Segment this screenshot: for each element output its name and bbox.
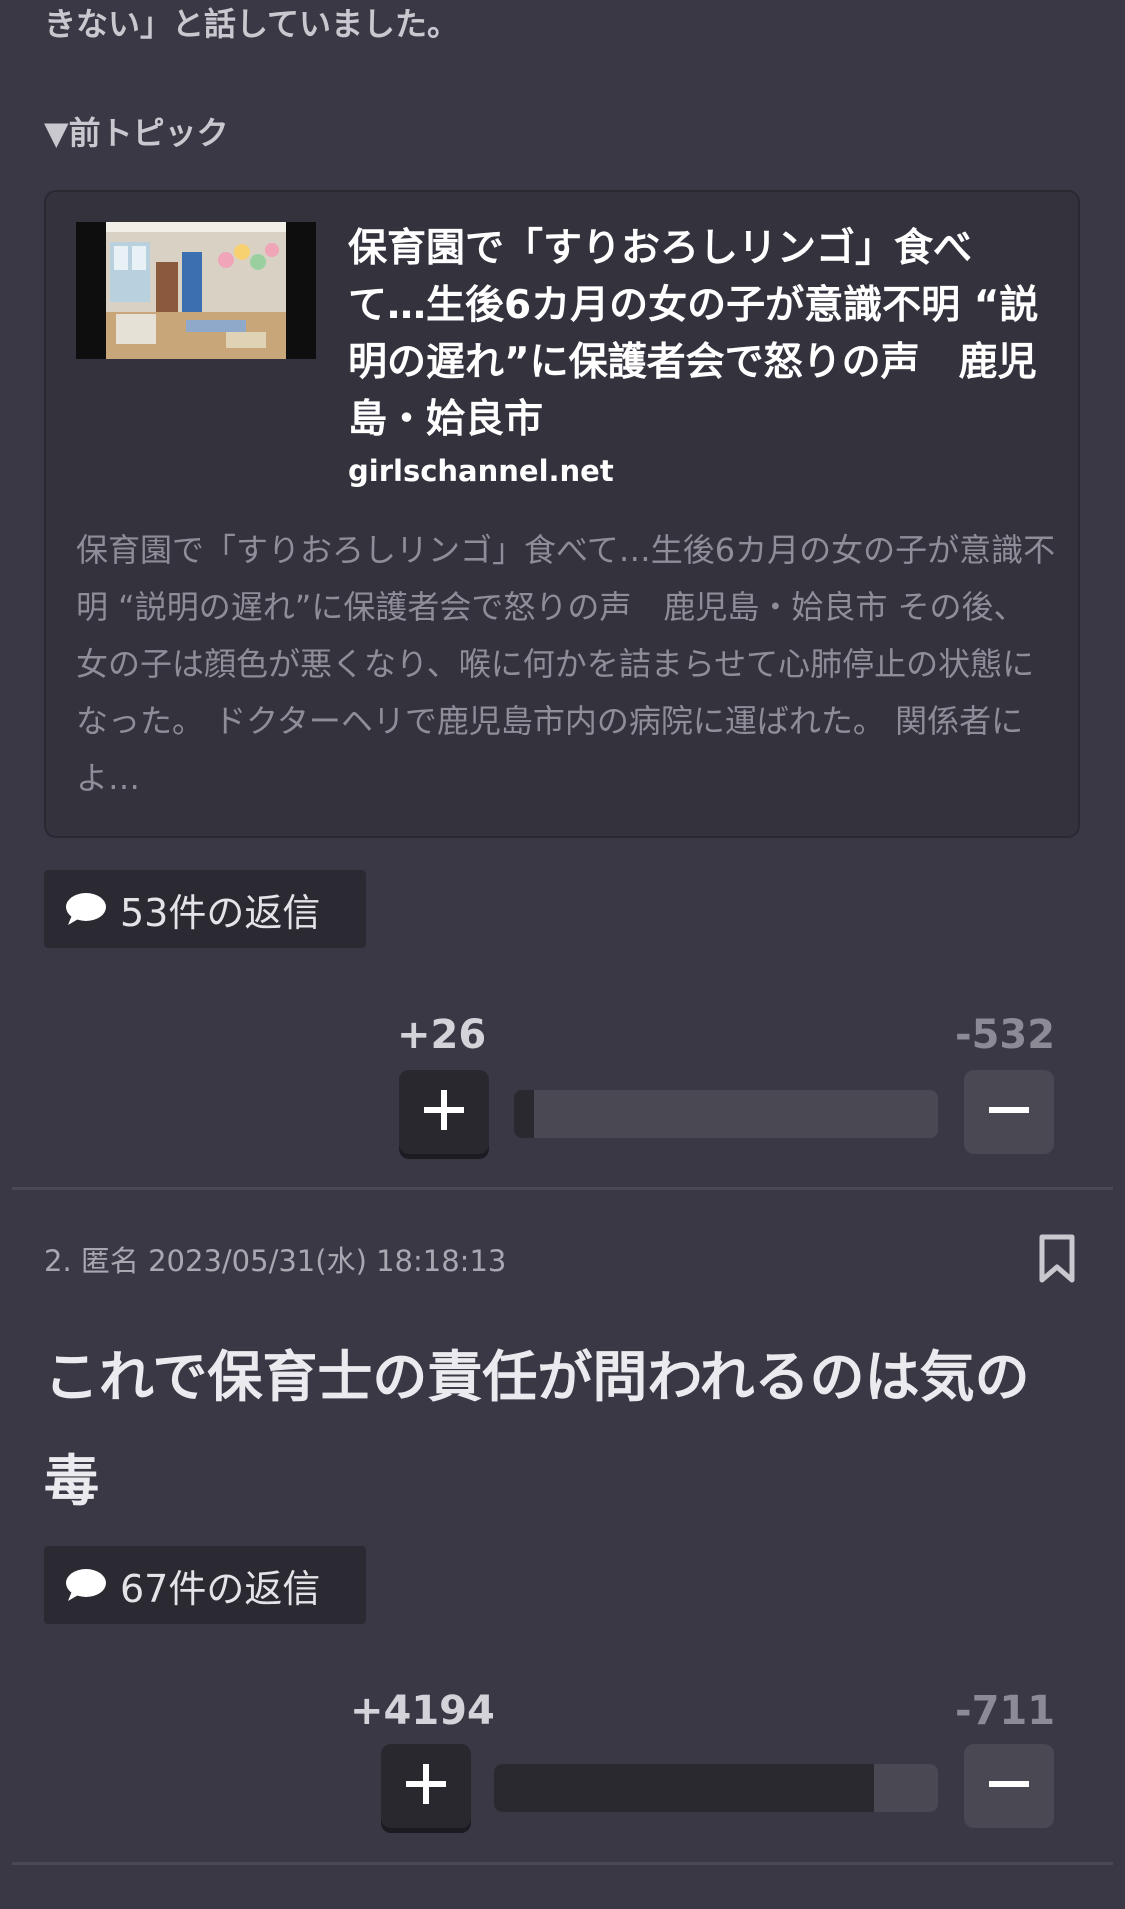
- vote-ratio-fill: [514, 1090, 534, 1138]
- replies-button[interactable]: 53件の返信: [44, 870, 366, 948]
- link-preview-description: 保育園で「すりおろしリンゴ」食べて…生後6カ月の女の子が意識不明 “説明の遅れ”…: [76, 531, 1056, 797]
- plus-vote-count: +4194: [350, 1688, 495, 1734]
- link-preview-title[interactable]: 保育園で「すりおろしリンゴ」食べて…生後6カ月の女の子が意識不明 “説明の遅れ”…: [348, 220, 1048, 448]
- bookmark-icon[interactable]: [1038, 1234, 1076, 1288]
- comment-divider: [12, 1862, 1113, 1865]
- page: きない」と話していました。 ▼前トピック 保育園で「すりおろしリンゴ」食べて…生…: [0, 0, 1125, 1909]
- minus-icon: [987, 1088, 1031, 1136]
- minus-vote-button[interactable]: [964, 1070, 1054, 1154]
- replies-label: 53件の返信: [120, 890, 321, 935]
- vote-ratio-bar: [514, 1090, 938, 1138]
- vote-ratio-fill: [494, 1764, 874, 1812]
- comment-meta: 2. 匿名 2023/05/31(水) 18:18:13: [44, 1244, 507, 1278]
- comment-body: これで保育士の責任が問われるのは気の毒: [44, 1345, 1030, 1513]
- link-preview-thumbnail: [76, 222, 316, 359]
- vote-ratio-bar: [494, 1764, 938, 1812]
- previous-topic-label: ▼前トピック: [44, 114, 229, 152]
- comment-divider: [12, 1187, 1113, 1190]
- replies-button[interactable]: 67件の返信: [44, 1546, 366, 1624]
- previous-comment-text-tail: きない」と話していました。: [44, 5, 460, 43]
- plus-icon: [404, 1762, 448, 1810]
- speech-bubble-icon: [64, 891, 108, 927]
- speech-bubble-icon: [64, 1567, 108, 1603]
- minus-icon: [987, 1762, 1031, 1810]
- minus-vote-button[interactable]: [964, 1744, 1054, 1828]
- plus-vote-button[interactable]: [381, 1744, 471, 1828]
- plus-vote-count: +26: [397, 1012, 487, 1058]
- replies-label: 67件の返信: [120, 1566, 321, 1611]
- plus-vote-button[interactable]: [399, 1070, 489, 1154]
- minus-vote-count: -711: [955, 1688, 1056, 1734]
- minus-vote-count: -532: [955, 1012, 1056, 1058]
- plus-icon: [422, 1088, 466, 1136]
- link-preview-domain: girlschannel.net: [348, 454, 614, 488]
- link-preview-card[interactable]: 保育園で「すりおろしリンゴ」食べて…生後6カ月の女の子が意識不明 “説明の遅れ”…: [44, 190, 1080, 838]
